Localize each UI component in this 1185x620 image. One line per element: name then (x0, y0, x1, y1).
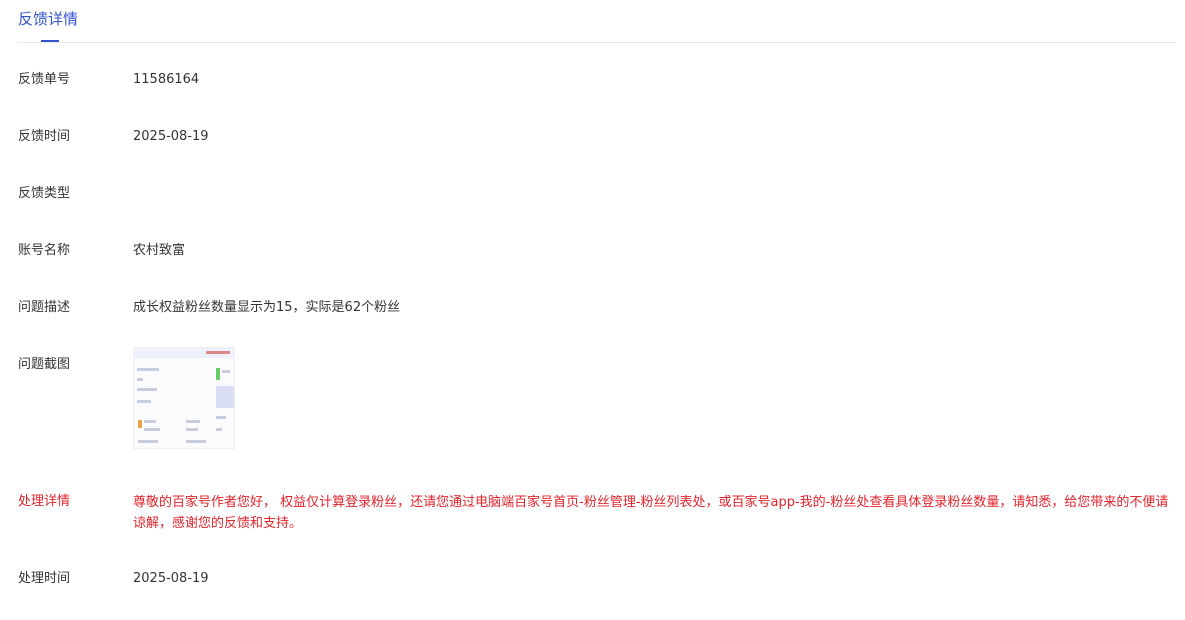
feedback-id-label: 反馈单号 (18, 72, 71, 87)
handling-details-value: 尊敬的百家号作者您好， 权益仅计算登录粉丝，还请您通过电脑端百家号首页-粉丝管理… (133, 495, 1169, 531)
issue-screenshot-label: 问题截图 (18, 357, 71, 372)
tab-bar: 反馈详情 (18, 0, 1176, 43)
feedback-type-label: 反馈类型 (18, 186, 71, 201)
issue-description-label: 问题描述 (18, 300, 71, 315)
account-name-label: 账号名称 (18, 243, 71, 258)
handling-time-label: 处理时间 (18, 571, 71, 586)
feedback-time-label: 反馈时间 (18, 129, 71, 144)
issue-description-value: 成长权益粉丝数量显示为15，实际是62个粉丝 (133, 300, 401, 315)
handling-time-value: 2025-08-19 (133, 571, 209, 586)
feedback-id-value: 11586164 (133, 72, 200, 87)
active-tab-indicator (41, 40, 59, 42)
feedback-time-value: 2025-08-19 (133, 129, 209, 144)
feedback-detail-page: 反馈详情 反馈单号 11586164 反馈时间 2025-08-19 反馈类型 … (0, 0, 1185, 620)
issue-screenshot-thumbnail[interactable] (133, 347, 235, 449)
account-name-value: 农村致富 (133, 243, 186, 258)
tab-feedback-detail[interactable]: 反馈详情 (18, 9, 78, 29)
handling-details-label: 处理详情 (18, 494, 71, 509)
